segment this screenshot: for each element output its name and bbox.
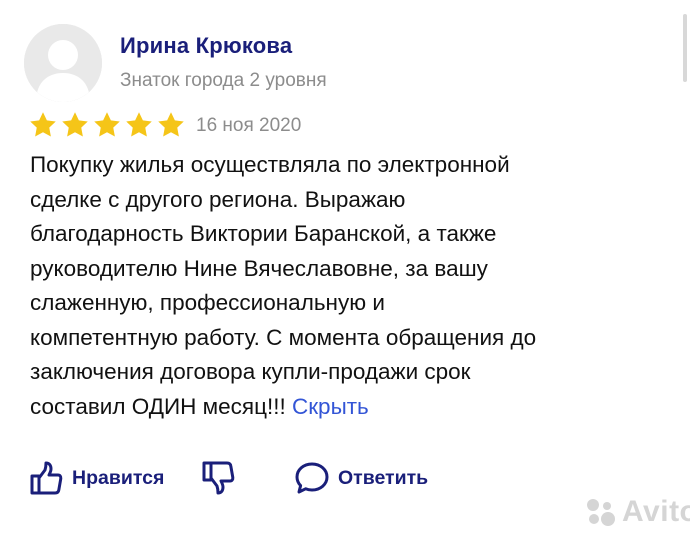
star-icon — [62, 112, 88, 137]
star-icon — [158, 112, 184, 137]
hide-link[interactable]: Скрыть — [292, 394, 369, 419]
review-date: 16 ноя 2020 — [196, 115, 302, 136]
thumbs-up-icon — [30, 461, 63, 495]
thumbs-down-icon — [202, 461, 235, 495]
avito-watermark: Avito — [584, 495, 690, 529]
review-body: Покупку жилья осуществляла по электронно… — [30, 152, 537, 419]
avatar — [24, 24, 102, 102]
avito-logo-icon — [587, 499, 615, 526]
reply-label: Ответить — [338, 466, 429, 489]
like-button[interactable]: Нравится — [28, 456, 164, 500]
star-icon — [126, 112, 152, 137]
user-placeholder-icon — [24, 24, 102, 102]
rating-stars — [28, 110, 186, 140]
reply-button[interactable]: Ответить — [294, 456, 428, 500]
review-text: Покупку жилья осуществляла по электронно… — [30, 148, 680, 424]
author-name[interactable]: Ирина Крюкова — [120, 33, 292, 59]
star-icon — [94, 112, 120, 137]
speech-bubble-icon — [295, 462, 329, 494]
dislike-button[interactable] — [200, 456, 236, 500]
author-level: Знаток города 2 уровня — [120, 70, 327, 91]
watermark-text: Avito — [622, 495, 690, 528]
like-label: Нравится — [72, 466, 165, 489]
star-icon — [30, 112, 56, 137]
scrollbar[interactable] — [683, 14, 687, 82]
